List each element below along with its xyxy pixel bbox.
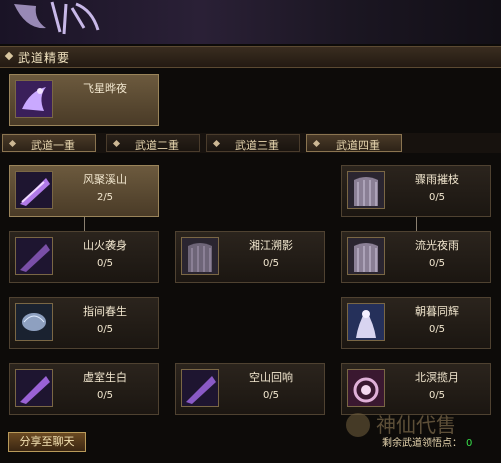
fox-spirit-icon — [15, 80, 53, 118]
points-label: 剩余武道领悟点： — [382, 438, 462, 449]
skill-card[interactable]: 流光夜雨 0/5 — [341, 231, 491, 283]
share-to-chat-button[interactable]: 分享至聊天 — [8, 432, 86, 452]
section-title: 武道精要 — [18, 51, 71, 65]
tab-label: 武道四重 — [336, 139, 380, 152]
skill-name: 流光夜雨 — [415, 239, 459, 252]
skill-name: 指间春生 — [83, 305, 127, 318]
tab-level-3[interactable]: 武道三重 — [206, 134, 300, 152]
skill-level: 0/5 — [428, 390, 446, 401]
skill-level: 2/5 — [96, 192, 114, 203]
skill-name: 湘江溯影 — [249, 239, 293, 252]
main-skill-name: 飞星晔夜 — [83, 82, 127, 95]
skill-card[interactable]: 朝暮同辉 0/5 — [341, 297, 491, 349]
rain-curtain-icon — [181, 237, 219, 275]
skill-card[interactable]: 山火袭身 0/5 — [9, 231, 159, 283]
skill-level: 0/5 — [96, 324, 114, 335]
skill-name: 山火袭身 — [83, 239, 127, 252]
tab-level-1[interactable]: 武道一重 — [2, 134, 96, 152]
skill-card[interactable]: 空山回响 0/5 — [175, 363, 325, 415]
rain-curtain-icon — [347, 237, 385, 275]
skill-card[interactable]: 北溟揽月 0/5 — [341, 363, 491, 415]
rain-curtain-icon — [347, 171, 385, 209]
moon-fairy-icon — [347, 303, 385, 341]
skill-level: 0/5 — [428, 324, 446, 335]
skill-card[interactable]: 湘江溯影 0/5 — [175, 231, 325, 283]
purple-blade-icon — [15, 237, 53, 275]
skill-name: 虚室生白 — [83, 371, 127, 384]
skill-level: 0/5 — [262, 258, 280, 269]
tab-label: 武道三重 — [235, 139, 279, 152]
skill-name: 朝暮同辉 — [415, 305, 459, 318]
swirl-orb-icon — [15, 303, 53, 341]
section-header: 武道精要 — [0, 46, 501, 68]
skill-name: 骤雨摧枝 — [415, 173, 459, 186]
header-banner — [0, 0, 501, 44]
tab-level-2[interactable]: 武道二重 — [106, 134, 200, 152]
game-logo-icon — [14, 1, 100, 35]
skill-name: 风聚溪山 — [83, 173, 127, 186]
skill-level: 0/5 — [262, 390, 280, 401]
skill-level: 0/5 — [96, 258, 114, 269]
skill-name: 空山回响 — [249, 371, 293, 384]
diamond-icon — [4, 51, 14, 61]
skill-card[interactable]: 虚室生白 0/5 — [9, 363, 159, 415]
main-skill-card[interactable]: 飞星晔夜 — [9, 74, 159, 126]
points-value: 0 — [466, 438, 473, 449]
skill-level: 0/5 — [428, 192, 446, 203]
skill-card[interactable]: 风聚溪山 2/5 — [9, 165, 159, 217]
vortex-icon — [347, 369, 385, 407]
connector-line — [416, 216, 417, 231]
skill-name: 北溟揽月 — [415, 371, 459, 384]
skill-card[interactable]: 指间春生 0/5 — [9, 297, 159, 349]
tab-label: 武道二重 — [135, 139, 179, 152]
skill-level: 0/5 — [96, 390, 114, 401]
connector-line — [84, 216, 85, 231]
tab-level-4[interactable]: 武道四重 — [306, 134, 402, 152]
tab-bar: 武道一重 武道二重 武道三重 武道四重 — [0, 133, 501, 153]
skill-level: 0/5 — [428, 258, 446, 269]
purple-blade-icon — [181, 369, 219, 407]
tab-label: 武道一重 — [31, 139, 75, 152]
remaining-points: 剩余武道领悟点： 0 — [382, 434, 472, 449]
purple-blade-icon — [15, 171, 53, 209]
skill-card[interactable]: 骤雨摧枝 0/5 — [341, 165, 491, 217]
purple-blade-icon — [15, 369, 53, 407]
